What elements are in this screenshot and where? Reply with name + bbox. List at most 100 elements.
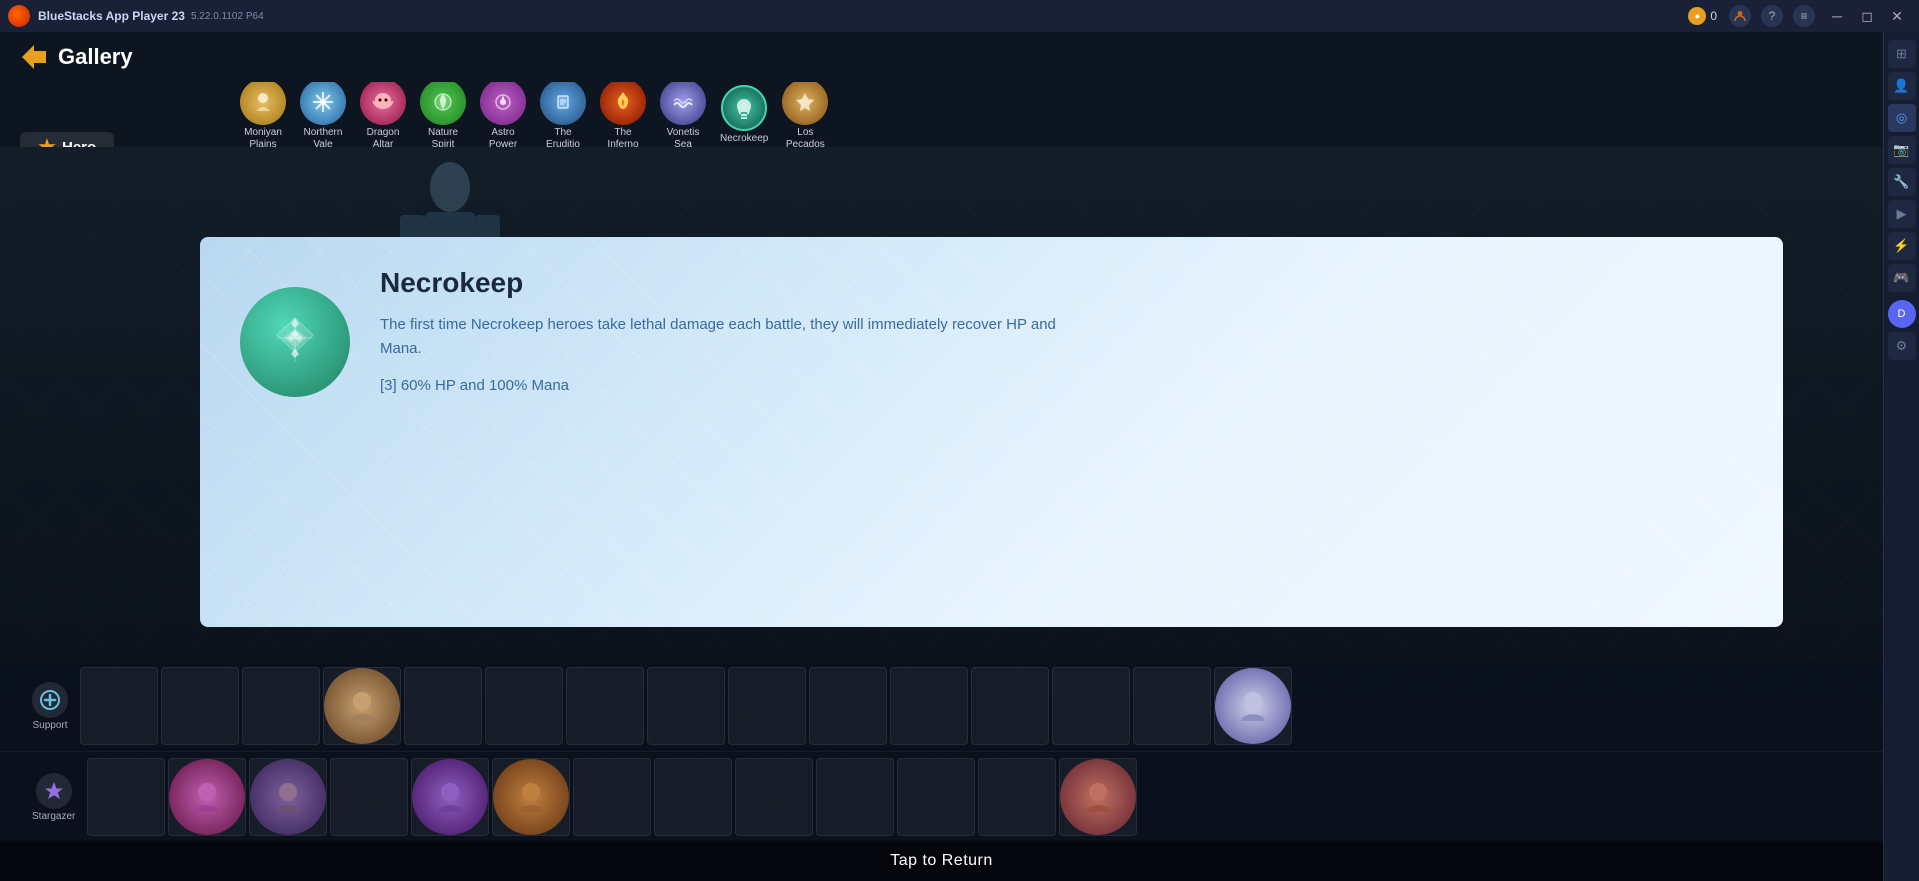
- faction-lospecados[interactable]: LosPecados: [782, 82, 828, 147]
- hero-cell-star-empty-2[interactable]: [330, 758, 408, 836]
- close-button[interactable]: ✕: [1883, 5, 1911, 27]
- nature-icon: [420, 82, 466, 125]
- stargazer-role-btn[interactable]: Stargazer: [20, 769, 87, 826]
- app-name: BlueStacks App Player 23: [38, 9, 185, 23]
- back-button[interactable]: Gallery: [20, 43, 133, 71]
- sidebar-icon-2[interactable]: 👤: [1888, 72, 1916, 100]
- coin-icon: ●: [1688, 7, 1706, 25]
- popup-icon-container: [240, 287, 350, 397]
- popup-content: Necrokeep The first time Necrokeep heroe…: [380, 267, 1743, 394]
- support-role-btn[interactable]: Support: [20, 678, 80, 735]
- hero-cell-support-empty-12[interactable]: [1052, 667, 1130, 745]
- vonetis-icon: [660, 82, 706, 125]
- faction-astro[interactable]: AstroPower: [480, 82, 526, 147]
- hero-cell-support-empty-3[interactable]: [242, 667, 320, 745]
- inferno-icon: [600, 82, 646, 125]
- northern-label: NorthernVale: [304, 127, 343, 148]
- titlebar-icons: ? ≡: [1729, 5, 1815, 27]
- hero-cell-support-empty-11[interactable]: [971, 667, 1049, 745]
- hero-cell-support-empty-6[interactable]: [566, 667, 644, 745]
- sidebar-icon-7[interactable]: ⚡: [1888, 232, 1916, 260]
- hero-cell-support-empty-2[interactable]: [161, 667, 239, 745]
- eruditio-icon: [540, 82, 586, 125]
- dragon-icon: [360, 82, 406, 125]
- support-hero1-avatar: [324, 668, 400, 744]
- vonetis-label: VonetisSea: [667, 127, 700, 148]
- sidebar-settings-icon[interactable]: ⚙: [1888, 332, 1916, 360]
- faction-moniyan[interactable]: MoniyanPlains: [240, 82, 286, 147]
- popup-title: Necrokeep: [380, 267, 1743, 299]
- stargazer-label: Stargazer: [32, 811, 75, 822]
- hero-tab-icon: [38, 138, 56, 147]
- hero-cell-support-empty-1[interactable]: [80, 667, 158, 745]
- faction-nature[interactable]: NatureSpirit: [420, 82, 466, 147]
- lospeca-label: LosPecados: [786, 127, 825, 148]
- help-icon-btn[interactable]: ?: [1761, 5, 1783, 27]
- hero-cell-star-empty-6[interactable]: [816, 758, 894, 836]
- star-hero2-avatar: [250, 759, 326, 835]
- hero-cell-star-empty-3[interactable]: [573, 758, 651, 836]
- necrokeep-faction-icon: [240, 287, 350, 397]
- necrokeep-popup: Necrokeep The first time Necrokeep heroe…: [200, 237, 1783, 627]
- hero-cell-star-empty-7[interactable]: [897, 758, 975, 836]
- astro-icon: [480, 82, 526, 125]
- restore-button[interactable]: ◻: [1853, 5, 1881, 27]
- main-area: Gallery Hero Faction ▶ Role ▼: [0, 32, 1883, 881]
- northern-icon: [300, 82, 346, 125]
- hero-cell-star-empty-5[interactable]: [735, 758, 813, 836]
- dragon-label: DragonAltar: [367, 127, 400, 148]
- star-hero3-avatar: [412, 759, 488, 835]
- sidebar-icon-6[interactable]: ▶: [1888, 200, 1916, 228]
- faction-vonetis[interactable]: VonetisSea: [660, 82, 706, 147]
- gallery-title: Gallery: [58, 44, 133, 70]
- hero-cell-star-hero4[interactable]: [492, 758, 570, 836]
- hero-cell-star-hero2[interactable]: [249, 758, 327, 836]
- hero-tab[interactable]: Hero: [20, 132, 114, 147]
- hero-cell-support-empty-9[interactable]: [809, 667, 887, 745]
- sidebar-icon-1[interactable]: ⊞: [1888, 40, 1916, 68]
- hero-cell-star-hero3[interactable]: [411, 758, 489, 836]
- hero-cell-star-empty-1[interactable]: [87, 758, 165, 836]
- hero-cell-support-empty-10[interactable]: [890, 667, 968, 745]
- tap-to-return[interactable]: Tap to Return: [0, 841, 1883, 881]
- menu-icon-btn[interactable]: ≡: [1793, 5, 1815, 27]
- stargazer-role-icon: [36, 773, 72, 809]
- support-role-row: Support: [0, 661, 1883, 752]
- minimize-button[interactable]: ─: [1823, 5, 1851, 27]
- faction-row: Hero Faction ▶ Role ▼ MoniyanPlains: [0, 82, 1883, 147]
- sidebar-icon-4[interactable]: 📷: [1888, 136, 1916, 164]
- hero-tab-label: Hero: [62, 139, 96, 148]
- faction-northern[interactable]: NorthernVale: [300, 82, 346, 147]
- support-label: Support: [32, 720, 67, 731]
- profile-icon-btn[interactable]: [1729, 5, 1751, 27]
- necrokeep-label: Necrokeep: [720, 133, 768, 145]
- hero-cell-star-empty-4[interactable]: [654, 758, 732, 836]
- titlebar: BlueStacks App Player 23 5.22.0.1102 P64…: [0, 0, 1919, 32]
- window-controls: ─ ◻ ✕: [1823, 5, 1911, 27]
- lospeca-icon: [782, 82, 828, 125]
- astro-label: AstroPower: [489, 127, 517, 148]
- hero-cell-support-empty-13[interactable]: [1133, 667, 1211, 745]
- hero-cell-star-hero1[interactable]: [168, 758, 246, 836]
- faction-necrokeep[interactable]: Necrokeep: [720, 85, 768, 145]
- hero-cell-star-empty-8[interactable]: [978, 758, 1056, 836]
- discord-icon[interactable]: D: [1888, 300, 1916, 328]
- star-hero5-avatar: [1060, 759, 1136, 835]
- sidebar-icon-8[interactable]: 🎮: [1888, 264, 1916, 292]
- faction-inferno[interactable]: TheInferno: [600, 82, 646, 147]
- popup-description: The first time Necrokeep heroes take let…: [380, 313, 1080, 361]
- hero-cell-support-empty-7[interactable]: [647, 667, 725, 745]
- hero-cell-support-empty-8[interactable]: [728, 667, 806, 745]
- sidebar-icon-3[interactable]: ◎: [1888, 104, 1916, 132]
- hero-cell-star-hero5[interactable]: [1059, 758, 1137, 836]
- faction-eruditio[interactable]: TheEruditio: [540, 82, 586, 147]
- hero-cell-support-hero1[interactable]: [323, 667, 401, 745]
- sidebar-icon-5[interactable]: 🔧: [1888, 168, 1916, 196]
- star-hero1-avatar: [169, 759, 245, 835]
- faction-dragon[interactable]: DragonAltar: [360, 82, 406, 147]
- coin-count: 0: [1710, 9, 1717, 23]
- right-sidebar: ⊞ 👤 ◎ 📷 🔧 ▶ ⚡ 🎮 D ⚙: [1883, 32, 1919, 881]
- hero-cell-support-empty-5[interactable]: [485, 667, 563, 745]
- hero-cell-support-empty-4[interactable]: [404, 667, 482, 745]
- hero-cell-support-hero2[interactable]: [1214, 667, 1292, 745]
